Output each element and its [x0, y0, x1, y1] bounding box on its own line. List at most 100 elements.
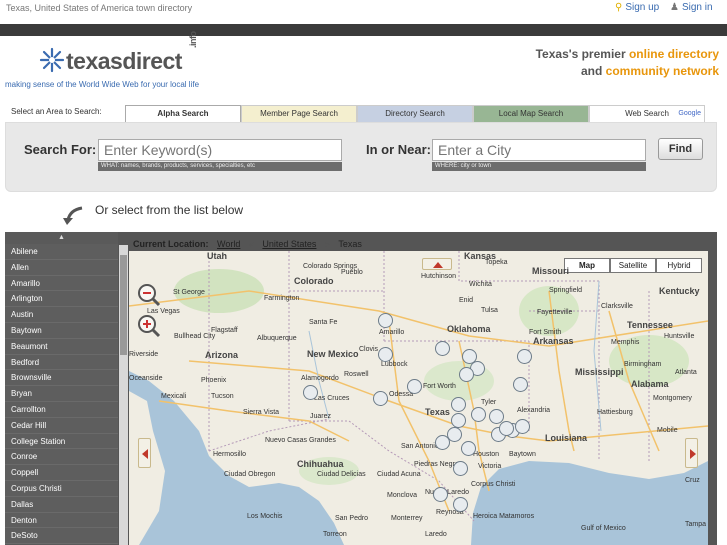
- map-pin-icon[interactable]: [499, 421, 514, 436]
- map-label: Fort Smith: [529, 329, 562, 336]
- map-type-hybrid[interactable]: Hybrid: [656, 258, 702, 273]
- map-label: Utah: [207, 251, 227, 261]
- signup-label[interactable]: Sign up: [625, 2, 659, 13]
- city-list-item[interactable]: Bedford: [5, 354, 118, 371]
- map-pin-icon[interactable]: [373, 391, 388, 406]
- map-label: Hutchinson: [421, 273, 457, 280]
- map-label: Clarksville: [601, 303, 633, 310]
- pan-right-button[interactable]: [685, 438, 698, 468]
- city-list-item[interactable]: Coppell: [5, 465, 118, 481]
- zoom-out-icon[interactable]: [137, 283, 161, 307]
- tab-web-search[interactable]: Web Search Google: [589, 105, 705, 122]
- premier-line2a: and: [580, 64, 606, 78]
- map-label: Chihuahua: [297, 459, 344, 469]
- search-tabs: Alpha Search Member Page Search Director…: [125, 105, 705, 122]
- city-list-item[interactable]: Denton: [5, 512, 118, 529]
- map-label: Lubbock: [381, 361, 408, 368]
- city-list-item[interactable]: Cedar Hill: [5, 417, 118, 434]
- key-icon: ⚲: [615, 2, 623, 13]
- map-type-map[interactable]: Map: [564, 258, 610, 273]
- city-list-item[interactable]: Brownsville: [5, 370, 118, 387]
- map-pin-icon[interactable]: [451, 413, 466, 428]
- map-scrollbar[interactable]: [119, 245, 128, 545]
- city-list-item[interactable]: Dallas: [5, 496, 118, 513]
- map-pin-icon[interactable]: [435, 435, 450, 450]
- map-label: Fort Worth: [423, 383, 456, 390]
- breadcrumb: Current Location: World « United States …: [133, 239, 362, 249]
- web-search-label: Web Search: [625, 109, 669, 118]
- pan-up-button[interactable]: [422, 258, 452, 270]
- map-type-satellite[interactable]: Satellite: [610, 258, 656, 273]
- city-list-item[interactable]: Amarillo: [5, 275, 118, 292]
- signin-label[interactable]: Sign in: [682, 2, 713, 13]
- find-button[interactable]: Find: [658, 138, 703, 160]
- map-pin-icon[interactable]: [453, 497, 468, 512]
- map-label: San Antonio: [401, 443, 439, 450]
- city-list-item[interactable]: Corpus Christi: [5, 480, 118, 497]
- scrollbar-thumb[interactable]: [120, 255, 127, 355]
- map-pin-icon[interactable]: [471, 407, 486, 422]
- map-pin-icon[interactable]: [407, 379, 422, 394]
- breadcrumb-us-link[interactable]: United States: [262, 239, 316, 249]
- map-pin-icon[interactable]: [513, 377, 528, 392]
- map-label: Alexandria: [517, 407, 551, 414]
- map-label: Pueblo: [341, 269, 363, 276]
- map-label: Roswell: [344, 371, 369, 378]
- city-list-item[interactable]: Bryan: [5, 386, 118, 402]
- site-logo[interactable]: texasdirect .info: [38, 32, 198, 76]
- map-pin-icon[interactable]: [453, 461, 468, 476]
- pan-left-button[interactable]: [138, 438, 151, 468]
- map-label: Riverside: [129, 351, 159, 358]
- top-bar: Texas, United States of America town dir…: [0, 0, 727, 20]
- map-pin-icon[interactable]: [303, 385, 318, 400]
- zoom-in-icon[interactable]: [137, 314, 161, 338]
- keyword-input[interactable]: [98, 139, 342, 161]
- tagline: making sense of the World Wide Web for y…: [5, 80, 200, 89]
- breadcrumb-current: Texas: [338, 239, 362, 249]
- tab-member-page-search[interactable]: Member Page Search: [241, 105, 357, 122]
- city-list-item[interactable]: Carrollton: [5, 401, 118, 418]
- breadcrumb-separator: »: [324, 239, 330, 249]
- city-list-item[interactable]: Allen: [5, 259, 118, 276]
- city-list-item[interactable]: Arlington: [5, 291, 118, 308]
- map-label: Ciudad Obregon: [224, 471, 276, 478]
- map-pin-icon[interactable]: [433, 487, 448, 502]
- area-label: Select an Area to Search:: [11, 107, 102, 116]
- map-pin-icon[interactable]: [459, 367, 474, 382]
- map-label: Kentucky: [659, 286, 700, 296]
- breadcrumb-world-link[interactable]: World: [217, 239, 240, 249]
- city-list-item[interactable]: Abilene: [5, 244, 118, 260]
- search-for-label: Search For:: [24, 142, 97, 157]
- map-label: Memphis: [611, 339, 640, 346]
- map-label: Louisiana: [545, 433, 588, 443]
- city-list-item[interactable]: DeSoto: [5, 528, 118, 545]
- map-label: Tennessee: [627, 320, 673, 330]
- map-pin-icon[interactable]: [517, 349, 532, 364]
- map-label: Missouri: [532, 266, 570, 276]
- map-label: Torreon: [323, 531, 347, 538]
- city-list-item[interactable]: Conroe: [5, 449, 118, 466]
- tab-alpha-search[interactable]: Alpha Search: [125, 105, 241, 122]
- city-list-item[interactable]: College Station: [5, 433, 118, 450]
- map-label: Corpus Christi: [471, 481, 516, 488]
- map-pin-icon[interactable]: [378, 347, 393, 362]
- premier-line1b: online directory: [628, 47, 719, 61]
- tab-directory-search[interactable]: Directory Search: [357, 105, 473, 122]
- map-label: Monclova: [387, 492, 417, 499]
- list-scroll-up-icon[interactable]: ▲: [5, 232, 118, 244]
- map-pin-icon[interactable]: [435, 341, 450, 356]
- map-pin-icon[interactable]: [451, 397, 466, 412]
- map-view[interactable]: Map Satellite Hybrid Utah Colorado Sprin…: [129, 251, 708, 545]
- map-pin-icon[interactable]: [461, 441, 476, 456]
- city-list-item[interactable]: Baytown: [5, 322, 118, 339]
- city-list-item[interactable]: Beaumont: [5, 338, 118, 355]
- map-label: New Mexico: [307, 349, 359, 359]
- signup-link[interactable]: ⚲ Sign up: [615, 2, 659, 13]
- map-pin-icon[interactable]: [515, 419, 530, 434]
- map-label: Albuquerque: [257, 335, 297, 342]
- signin-link[interactable]: ♟ Sign in: [670, 2, 713, 13]
- tab-local-map-search[interactable]: Local Map Search: [473, 105, 589, 122]
- city-list-item[interactable]: Austin: [5, 307, 118, 323]
- city-input[interactable]: [432, 139, 646, 161]
- map-pin-icon[interactable]: [378, 313, 393, 328]
